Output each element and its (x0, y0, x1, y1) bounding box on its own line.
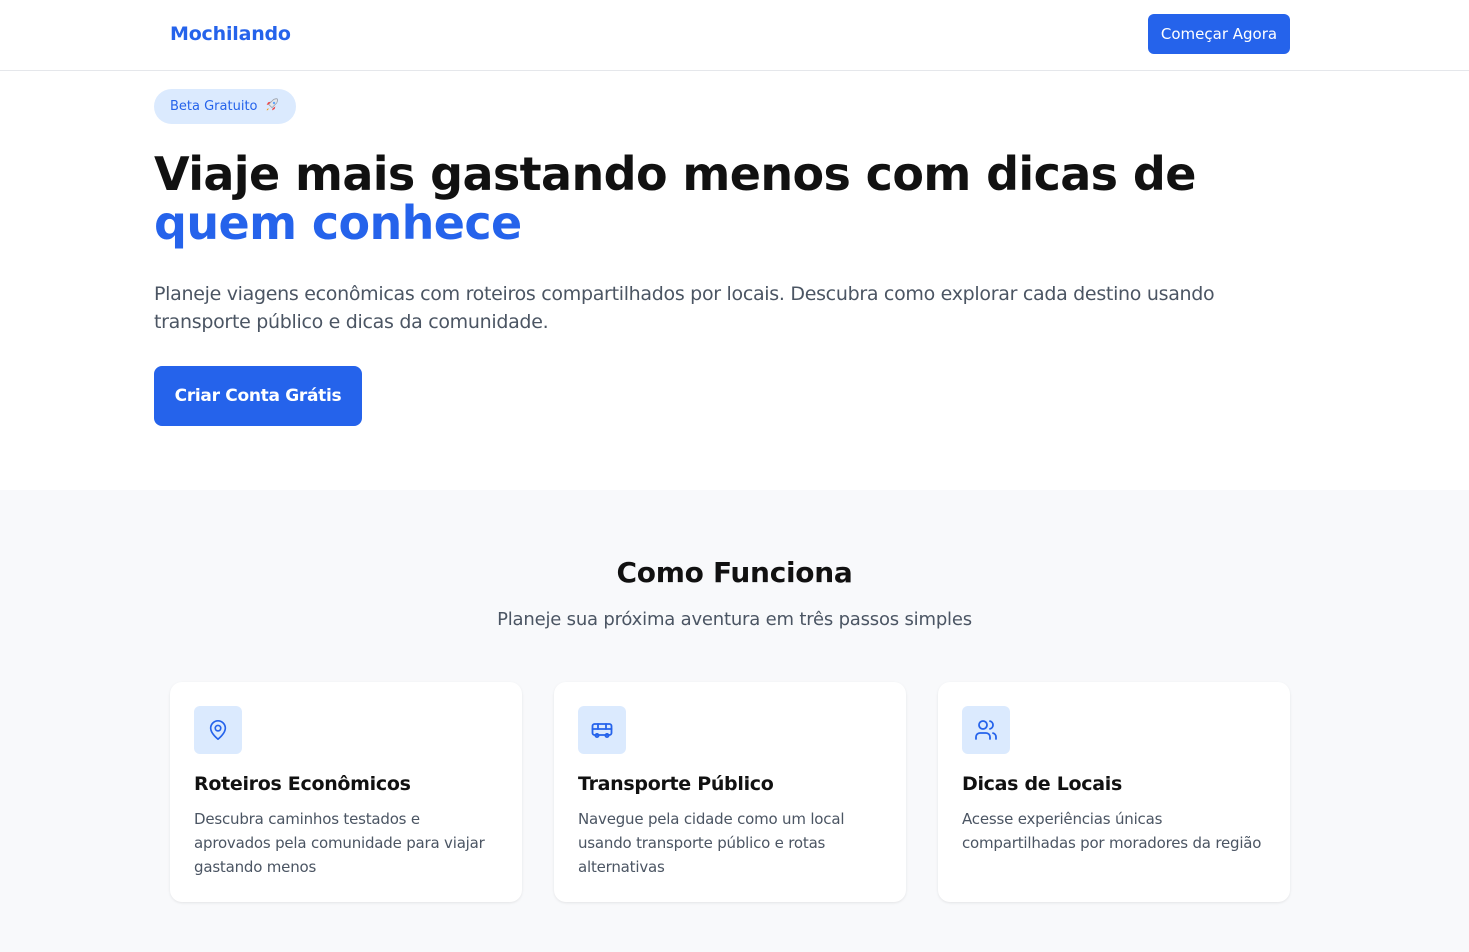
top-navbar: Mochilando Começar Agora (0, 0, 1469, 71)
rocket-icon (264, 97, 280, 117)
feature-card-text: Acesse experiências únicas compartilhada… (962, 810, 1262, 852)
feature-card-text: Navegue pela cidade como um local usando… (578, 810, 845, 876)
brand-logo[interactable]: Mochilando (170, 23, 291, 45)
feature-card-local-tips: Dicas de Locais Acesse experiências únic… (938, 682, 1290, 902)
feature-card-title: Transporte Público (578, 773, 774, 795)
feature-card-title: Dicas de Locais (962, 773, 1122, 795)
hero-title-main: Viaje mais gastando menos com dicas de (154, 147, 1196, 201)
feature-card-economic-routes: Roteiros Econômicos Descubra caminhos te… (170, 682, 522, 902)
feature-card-title: Roteiros Econômicos (194, 773, 411, 795)
feature-card-text: Descubra caminhos testados e aprovados p… (194, 810, 485, 876)
section-subtitle: Planeje sua próxima aventura em três pas… (497, 609, 972, 630)
start-now-button[interactable]: Começar Agora (1148, 14, 1290, 54)
bus-icon (578, 706, 626, 754)
how-it-works-section: Como Funciona Planeje sua próxima aventu… (0, 490, 1469, 952)
beta-badge: Beta Gratuito (154, 89, 296, 124)
hero-subtitle: Planeje viagens econômicas com roteiros … (154, 283, 1215, 333)
hero-title: Viaje mais gastando menos com dicas de q… (154, 150, 1294, 248)
create-free-account-button[interactable]: Criar Conta Grátis (154, 366, 362, 426)
users-icon (962, 706, 1010, 754)
map-pin-icon (194, 706, 242, 754)
feature-card-public-transport: Transporte Público Navegue pela cidade c… (554, 682, 906, 902)
hero-title-accent: quem conhece (154, 196, 522, 250)
section-title: Como Funciona (616, 556, 853, 589)
beta-badge-label: Beta Gratuito (170, 99, 258, 114)
